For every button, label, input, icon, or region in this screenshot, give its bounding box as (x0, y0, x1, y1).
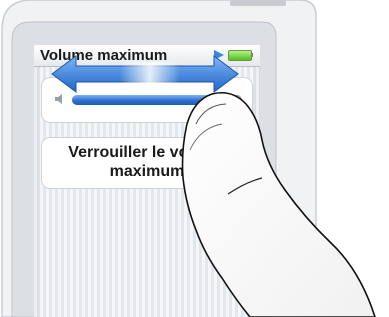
finger-icon (181, 91, 376, 317)
ipod-device: Volume maximum Verrouiller le volume max… (0, 0, 389, 317)
